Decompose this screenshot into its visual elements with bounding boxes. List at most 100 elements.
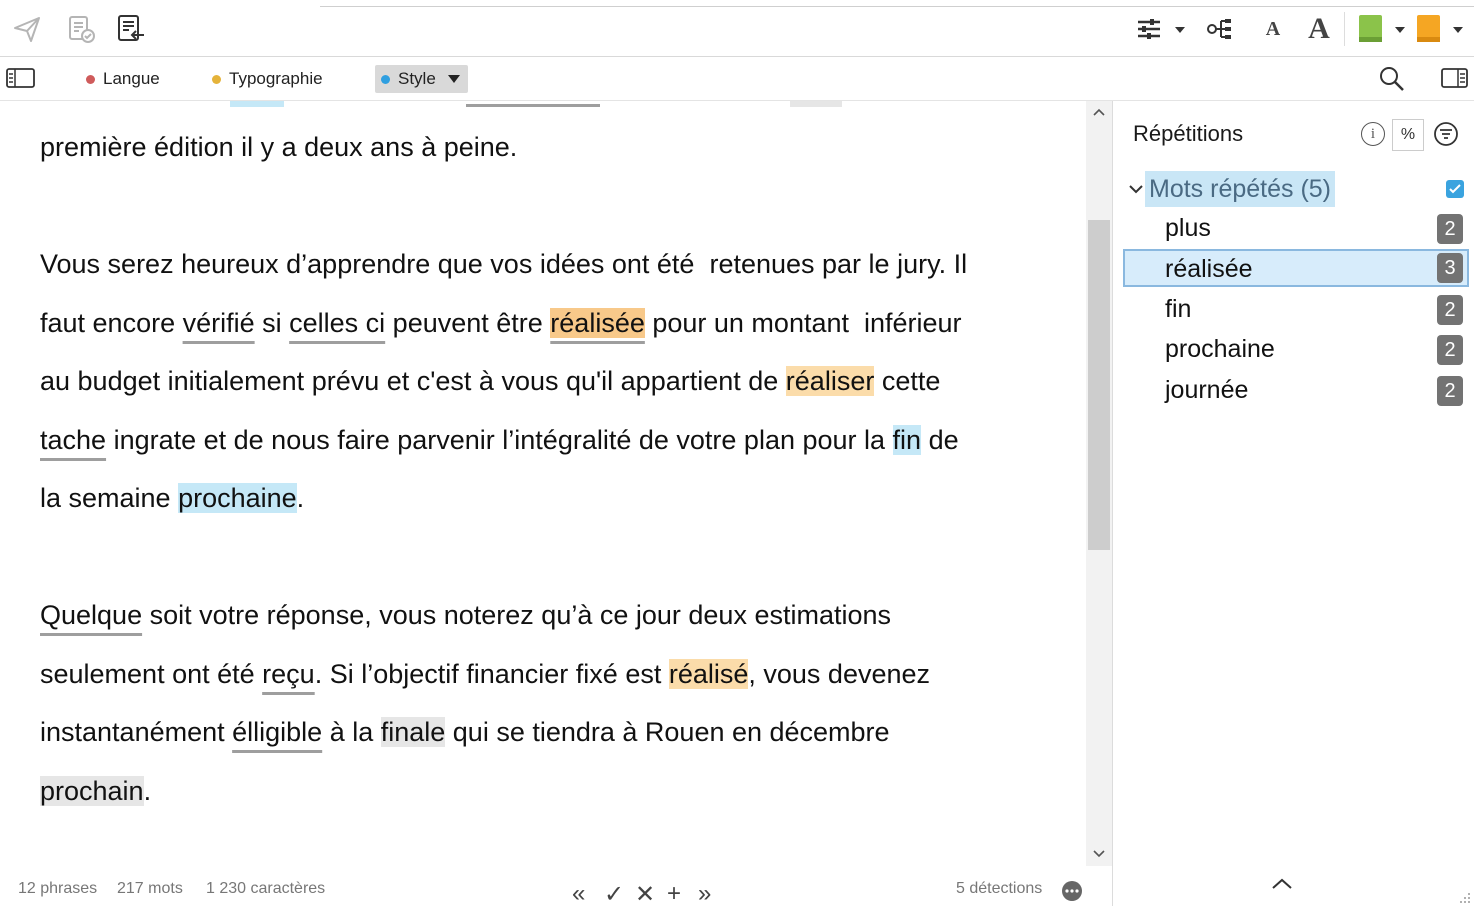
- chevron-down-icon[interactable]: [447, 75, 460, 83]
- search-icon[interactable]: [1378, 65, 1406, 98]
- orange-book-dropdown-caret[interactable]: [1453, 27, 1463, 33]
- repeated-word: prochaine: [1165, 335, 1275, 363]
- tab-typographie[interactable]: Typographie: [212, 65, 323, 93]
- repetitions-panel: Répétitions i % Mots répétés (5) plus 2 …: [1113, 101, 1474, 906]
- text-run: faut encore: [40, 308, 183, 338]
- text-run: soit votre réponse, vous noterez qu’à ce…: [142, 600, 892, 630]
- repeated-words-group[interactable]: Mots répétés (5): [1127, 171, 1336, 207]
- tab-langue[interactable]: Langue: [86, 65, 160, 93]
- style-issue-word[interactable]: élligible: [232, 717, 322, 747]
- window-top-border: [320, 6, 1474, 7]
- repeated-word: réalisée: [1165, 255, 1253, 283]
- scrollbar-thumb[interactable]: [1088, 220, 1110, 550]
- text-run: si: [254, 308, 290, 338]
- text-run: qui se tiendra à Rouen en décembre: [445, 717, 890, 747]
- more-options-icon[interactable]: [1062, 881, 1082, 901]
- text-run: , vous devenez: [748, 659, 931, 689]
- panel-title: Répétitions: [1133, 121, 1244, 146]
- repeated-word: journée: [1165, 376, 1249, 404]
- style-issue-word[interactable]: celles ci: [289, 308, 385, 338]
- repetition-highlight[interactable]: finale: [380, 717, 446, 747]
- previous-detection-icon[interactable]: «: [572, 880, 585, 908]
- text-run: seulement ont été: [40, 659, 263, 689]
- paragraph-line: la semaine prochaine.: [40, 479, 304, 517]
- chevron-down-icon[interactable]: [1127, 180, 1145, 198]
- repetition-highlight[interactable]: réalisé: [668, 659, 749, 689]
- text-run: au budget initialement prévu et c'est à …: [40, 366, 786, 396]
- send-icon[interactable]: [10, 12, 44, 46]
- add-icon[interactable]: +: [667, 880, 681, 908]
- left-sidebar-toggle-icon[interactable]: [6, 67, 36, 94]
- count-badge: 2: [1437, 335, 1463, 365]
- count-badge: 2: [1437, 295, 1463, 325]
- tab-style[interactable]: Style: [375, 65, 468, 93]
- font-large-icon[interactable]: A: [1302, 12, 1336, 46]
- document-import-icon[interactable]: [114, 12, 148, 46]
- text-editor[interactable]: première édition il y a deux ans à peine…: [0, 101, 1086, 866]
- paragraph-line: prochain.: [40, 772, 151, 810]
- percent-toggle-button[interactable]: %: [1392, 119, 1424, 151]
- repeated-word: plus: [1165, 214, 1211, 242]
- count-badge: 2: [1437, 214, 1463, 244]
- orange-book-icon[interactable]: [1412, 12, 1446, 46]
- list-item[interactable]: plus 2: [1123, 210, 1469, 248]
- style-issue-word[interactable]: vérifié: [183, 308, 255, 338]
- list-item[interactable]: fin 2: [1123, 291, 1469, 329]
- text-run: .: [296, 483, 305, 513]
- repetition-highlight[interactable]: prochain: [40, 776, 144, 806]
- next-detection-icon[interactable]: »: [698, 880, 711, 908]
- text-run: la semaine: [40, 483, 179, 513]
- count-badge: 3: [1437, 253, 1463, 283]
- scroll-up-icon[interactable]: [1086, 104, 1112, 120]
- style-issue-word[interactable]: Quelque: [40, 600, 142, 630]
- scroll-down-icon[interactable]: [1086, 846, 1112, 862]
- group-checkbox[interactable]: [1446, 180, 1464, 198]
- font-small-icon[interactable]: A: [1256, 12, 1290, 46]
- list-item[interactable]: prochaine 2: [1123, 331, 1469, 369]
- status-bar: 12 phrases 217 mots 1 230 caractères « ✓…: [0, 870, 1112, 909]
- resize-grip-icon[interactable]: [1459, 891, 1471, 909]
- char-count: 1 230 caractères: [206, 880, 326, 897]
- repetition-highlight[interactable]: réaliser: [785, 366, 875, 396]
- list-item-selected[interactable]: réalisée 3: [1123, 249, 1469, 287]
- repeated-word: fin: [1165, 295, 1192, 323]
- category-tabbar: Langue Typographie Style: [0, 57, 1474, 101]
- text-run: à la: [322, 717, 381, 747]
- green-book-dropdown-caret[interactable]: [1395, 27, 1405, 33]
- clipped-highlight: [230, 101, 284, 107]
- chevron-up-icon[interactable]: [1271, 877, 1293, 896]
- right-panel-toggle-icon[interactable]: [1441, 67, 1469, 94]
- green-book-icon[interactable]: [1354, 12, 1388, 46]
- repetition-highlight[interactable]: fin: [892, 425, 922, 455]
- filter-icon[interactable]: [1433, 121, 1459, 152]
- text-run: pour un montant inférieur: [644, 308, 962, 338]
- toolbar-divider: [1344, 12, 1345, 46]
- tab-langue-label: Langue: [103, 69, 160, 88]
- text-run: . Si l’objectif financier fixé est: [314, 659, 669, 689]
- repetition-highlight[interactable]: prochaine: [178, 483, 297, 513]
- style-dot-icon: [381, 74, 390, 84]
- phrase-count: 12 phrases: [18, 880, 98, 897]
- text-run: instantanément: [40, 717, 233, 747]
- list-item[interactable]: journée 2: [1123, 372, 1469, 410]
- settings-dropdown-caret[interactable]: [1175, 27, 1185, 33]
- paragraph-line: Vous serez heureux d’apprendre que vos i…: [40, 249, 968, 279]
- group-label: Mots répétés (5): [1145, 171, 1336, 207]
- paragraph-line: faut encore vérifié si celles ci peuvent…: [40, 304, 962, 342]
- langue-dot-icon: [86, 74, 95, 84]
- tab-style-label: Style: [398, 69, 436, 88]
- reject-icon[interactable]: ✕: [635, 880, 655, 909]
- info-icon[interactable]: i: [1361, 122, 1385, 146]
- settings-sliders-icon[interactable]: [1132, 12, 1166, 46]
- document-check-icon[interactable]: [64, 12, 98, 46]
- word-count: 217 mots: [117, 880, 183, 897]
- paragraph-line: seulement ont été reçu. Si l’objectif fi…: [40, 655, 930, 693]
- tab-typographie-label: Typographie: [229, 69, 323, 88]
- accept-icon[interactable]: ✓: [604, 880, 624, 909]
- count-badge: 2: [1437, 376, 1463, 406]
- outline-tree-icon[interactable]: [1203, 12, 1237, 46]
- style-issue-word[interactable]: tache: [40, 425, 106, 455]
- repetition-highlight-selected[interactable]: réalisée: [550, 308, 645, 338]
- paragraph-line: Quelque soit votre réponse, vous noterez…: [40, 596, 891, 634]
- style-issue-word[interactable]: reçu: [262, 659, 315, 689]
